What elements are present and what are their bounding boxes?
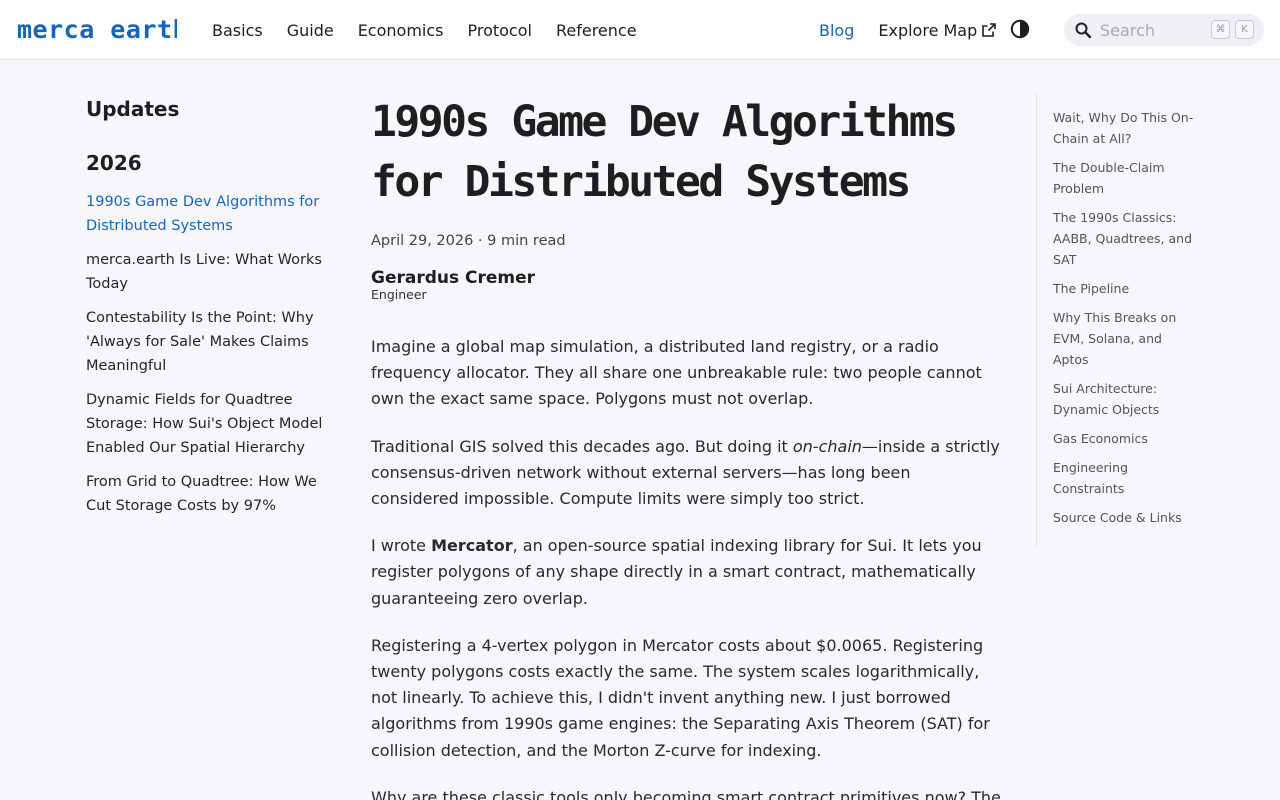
author-role: Engineer <box>371 287 427 302</box>
author-block: Gerardus Cremer Engineer <box>371 268 1011 302</box>
toc-item-source-code[interactable]: Source Code & Links <box>1053 507 1196 528</box>
article-meta: April 29, 2026 · 9 min read <box>371 233 566 249</box>
search-box[interactable]: ⌘ K <box>1064 14 1264 46</box>
sidebar-item-contestability[interactable]: Contestability Is the Point: Why 'Always… <box>86 306 336 378</box>
toc-item-why-breaks[interactable]: Why This Breaks on EVM, Solana, and Apto… <box>1053 307 1196 370</box>
theme-toggle-icon[interactable] <box>1010 19 1030 39</box>
article-body: Imagine a global map simulation, a distr… <box>371 334 1001 800</box>
nav-economics[interactable]: Economics <box>358 21 444 40</box>
article: 1990s Game Dev Algorithms for Distribute… <box>371 92 1011 800</box>
sidebar-post-list: 1990s Game Dev Algorithms for Distribute… <box>86 190 336 518</box>
toc-item-sui-architecture[interactable]: Sui Architecture: Dynamic Objects <box>1053 378 1196 420</box>
paragraph-4: Registering a 4-vertex polygon in Mercat… <box>371 635 990 760</box>
sidebar-item-dynamic-fields[interactable]: Dynamic Fields for Quadtree Storage: How… <box>86 388 336 460</box>
nav-explore-map[interactable]: Explore Map <box>878 20 997 40</box>
table-of-contents: Wait, Why Do This On-Chain at All? The D… <box>1036 92 1196 548</box>
updates-sidebar: Updates 2026 1990s Game Dev Algorithms f… <box>86 94 336 528</box>
primary-nav: Basics Guide Economics Protocol Referenc… <box>212 0 661 60</box>
toc-item-gas-economics[interactable]: Gas Economics <box>1053 428 1196 449</box>
search-icon <box>1075 22 1091 38</box>
sidebar-item-game-dev-algorithms[interactable]: 1990s Game Dev Algorithms for Distribute… <box>86 190 336 238</box>
sidebar-year: 2026 <box>86 151 142 175</box>
paragraph-2-text-a: Traditional GIS solved this decades ago.… <box>371 436 793 456</box>
sidebar-item-merca-live[interactable]: merca.earth Is Live: What Works Today <box>86 248 336 296</box>
paragraph-2: Traditional GIS solved this decades ago.… <box>371 434 1001 513</box>
paragraph-2-emphasis: on-chain <box>792 436 862 456</box>
author-name: Gerardus Cremer <box>371 268 536 288</box>
nav-protocol[interactable]: Protocol <box>467 21 531 40</box>
toc-item-pipeline[interactable]: The Pipeline <box>1053 278 1196 299</box>
paragraph-5: Why are these classic tools only becomin… <box>371 787 1001 800</box>
search-input[interactable] <box>1100 18 1200 42</box>
article-title: 1990s Game Dev Algorithms for Distribute… <box>371 97 958 207</box>
nav-guide[interactable]: Guide <box>287 21 334 40</box>
top-header: merca earth Basics Guide Economics Proto… <box>0 0 1280 60</box>
toc-item-double-claim[interactable]: The Double-Claim Problem <box>1053 157 1196 199</box>
explore-map-label: Explore Map <box>878 20 978 40</box>
toc-item-1990s-classics[interactable]: The 1990s Classics: AABB, Quadtrees, and… <box>1053 207 1196 270</box>
nav-reference[interactable]: Reference <box>556 21 637 40</box>
toc-item-why-on-chain[interactable]: Wait, Why Do This On-Chain at All? <box>1053 107 1196 149</box>
toc-item-engineering-constraints[interactable]: Engineering Constraints <box>1053 457 1196 499</box>
sidebar-item-grid-to-quadtree[interactable]: From Grid to Quadtree: How We Cut Storag… <box>86 470 336 518</box>
site-logo[interactable]: merca earth <box>17 13 177 47</box>
secondary-nav: Blog Explore Map <box>819 0 997 60</box>
kbd-cmd-key: ⌘ <box>1211 20 1230 39</box>
paragraph-3: I wrote Mercator, an open-source spatial… <box>371 533 1001 612</box>
paragraph-3-strong: Mercator <box>431 536 513 556</box>
kbd-k-key: K <box>1235 20 1254 39</box>
paragraph-3-text-a: I wrote <box>371 536 432 556</box>
sidebar-title: Updates <box>86 97 180 121</box>
nav-blog[interactable]: Blog <box>819 21 854 40</box>
nav-basics[interactable]: Basics <box>212 21 263 40</box>
paragraph-1: Imagine a global map simulation, a distr… <box>371 337 982 409</box>
external-link-icon <box>982 23 997 37</box>
